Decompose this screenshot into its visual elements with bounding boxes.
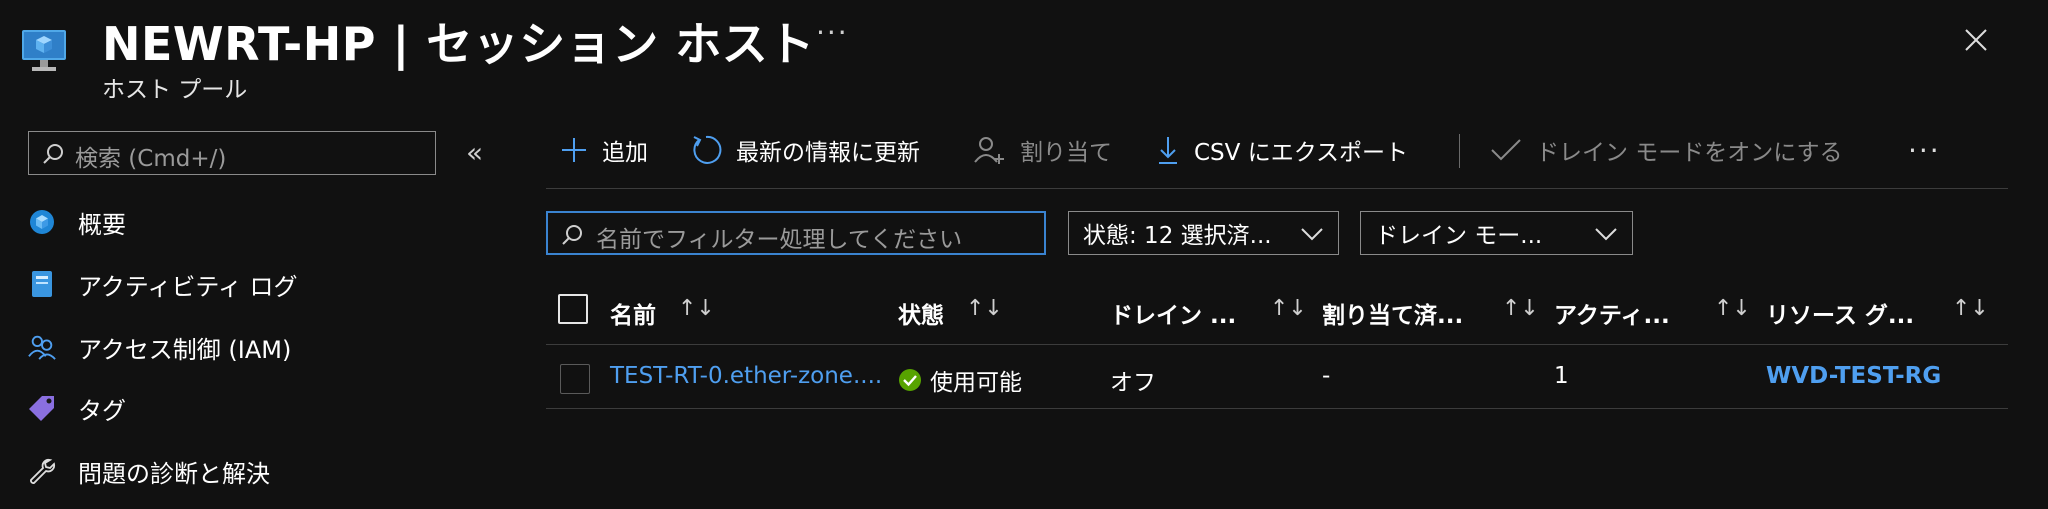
column-header-name[interactable]: 名前 — [610, 296, 656, 330]
export-csv-button[interactable]: CSV にエクスポート — [1156, 128, 1408, 172]
drain-mode-on-button-label: ドレイン モードをオンにする — [1536, 140, 1843, 166]
activity-log-icon — [28, 270, 56, 298]
status-cell: 使用可能 — [898, 363, 1022, 397]
assign-button[interactable]: 割り当て — [972, 128, 1112, 172]
column-header-active[interactable]: アクティ... — [1554, 296, 1670, 330]
status-filter-value: 状態: 12 選択済... — [1083, 223, 1272, 249]
sidebar-item-tags[interactable]: タグ — [28, 388, 126, 428]
sort-icon[interactable]: ↑↓ — [1502, 296, 1539, 321]
sidebar-search-input[interactable]: 検索 (Cmd+/) — [28, 131, 436, 175]
page-subtitle: ホスト プール — [102, 77, 248, 103]
add-button[interactable]: 追加 — [560, 128, 648, 172]
toolbar-more-button[interactable]: ··· — [1908, 128, 1941, 172]
toolbar-divider — [1459, 134, 1460, 168]
drain-mode-value: オフ — [1110, 370, 1156, 396]
refresh-button-label: 最新の情報に更新 — [736, 140, 920, 166]
sort-icon[interactable]: ↑↓ — [1952, 296, 1989, 321]
sidebar-search-placeholder: 検索 (Cmd+/) — [75, 146, 227, 172]
drain-mode-filter-dropdown[interactable]: ドレイン モー... — [1360, 211, 1633, 255]
row-checkbox[interactable] — [560, 364, 590, 394]
sidebar-item-label: タグ — [78, 396, 126, 425]
assign-button-label: 割り当て — [1020, 140, 1112, 166]
refresh-icon — [690, 134, 722, 166]
sort-icon[interactable]: ↑↓ — [1714, 296, 1751, 321]
refresh-button[interactable]: 最新の情報に更新 — [690, 128, 920, 172]
sidebar-item-label: 概要 — [78, 210, 126, 239]
search-icon — [43, 144, 63, 164]
sort-icon[interactable]: ↑↓ — [1270, 296, 1307, 321]
chevron-down-icon — [1301, 228, 1323, 241]
chevron-down-icon — [1595, 228, 1617, 241]
sidebar-item-label: アクティビティ ログ — [78, 272, 298, 301]
name-filter-input[interactable]: 名前でフィルター処理してください — [546, 211, 1046, 255]
assigned-user-value: - — [1322, 363, 1331, 389]
sidebar-item-iam[interactable]: アクセス制御 (IAM) — [28, 327, 291, 367]
search-icon — [562, 225, 582, 245]
status-filter-dropdown[interactable]: 状態: 12 選択済... — [1068, 211, 1339, 255]
page-title: NEWRT-HP | セッション ホスト — [102, 17, 815, 71]
checkmark-icon — [1490, 138, 1522, 162]
resource-group-link[interactable]: WVD-TEST-RG — [1766, 363, 1941, 389]
sidebar-collapse-button[interactable]: « — [466, 136, 483, 169]
sidebar-item-overview[interactable]: 概要 — [28, 202, 126, 242]
wrench-icon — [28, 457, 56, 485]
table-row-divider — [546, 408, 2008, 409]
assign-user-icon — [972, 134, 1006, 166]
column-header-resource-group[interactable]: リソース グ... — [1766, 296, 1914, 330]
active-sessions-value: 1 — [1554, 363, 1569, 389]
tag-icon — [28, 394, 56, 422]
download-icon — [1156, 135, 1180, 165]
select-all-checkbox[interactable] — [558, 294, 588, 324]
overview-icon — [28, 208, 56, 236]
table-header-divider — [546, 344, 2008, 345]
sidebar-item-activity-log[interactable]: アクティビティ ログ — [28, 264, 298, 304]
session-host-link[interactable]: TEST-RT-0.ether-zone.... — [610, 363, 882, 389]
column-header-drain-mode[interactable]: ドレイン ... — [1110, 296, 1236, 330]
sidebar-item-label: 問題の診断と解決 — [78, 459, 270, 488]
column-header-assigned[interactable]: 割り当て済... — [1322, 296, 1463, 330]
drain-mode-filter-value: ドレイン モー... — [1375, 223, 1543, 249]
drain-mode-on-button[interactable]: ドレイン モードをオンにする — [1490, 128, 1843, 172]
add-button-label: 追加 — [602, 140, 648, 166]
status-value: 使用可能 — [930, 370, 1022, 396]
sort-icon[interactable]: ↑↓ — [966, 296, 1003, 321]
host-pool-icon — [22, 20, 66, 80]
close-icon[interactable] — [1960, 24, 1992, 56]
available-check-icon — [899, 369, 921, 391]
name-filter-placeholder: 名前でフィルター処理してください — [596, 227, 963, 253]
plus-icon — [560, 136, 588, 164]
export-csv-button-label: CSV にエクスポート — [1194, 140, 1409, 166]
sidebar-item-diagnose[interactable]: 問題の診断と解決 — [28, 451, 270, 491]
toolbar-separator — [546, 188, 2008, 189]
header-more-button[interactable]: ··· — [816, 16, 849, 49]
iam-icon — [28, 333, 56, 361]
sort-icon[interactable]: ↑↓ — [678, 296, 715, 321]
column-header-status[interactable]: 状態 — [898, 296, 944, 330]
sidebar-item-label: アクセス制御 (IAM) — [78, 335, 292, 364]
